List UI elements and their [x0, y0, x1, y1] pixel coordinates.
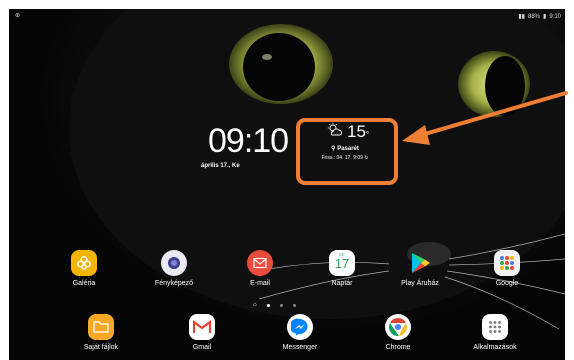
annotation-arrow [402, 91, 568, 145]
screenshot-frame: ⊛ ▮▮ 88% ▮ 9:10 09:10 április 17., Ke 15… [0, 0, 574, 360]
